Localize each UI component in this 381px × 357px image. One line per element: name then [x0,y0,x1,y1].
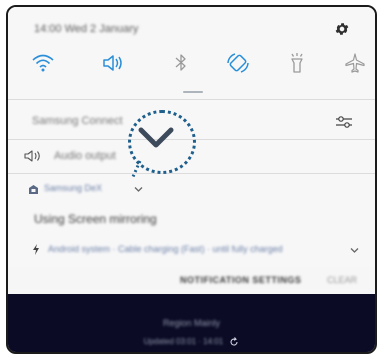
sound-icon[interactable] [100,51,126,75]
bluetooth-icon[interactable] [168,51,194,75]
divider [8,173,375,174]
notification-app-name: Samsung DeX [44,183,103,193]
network-label: Region Mainly [162,318,221,328]
divider [8,99,375,100]
expand-chevron-icon[interactable] [138,125,174,151]
quick-settings-row [20,51,370,77]
settings-gear-icon[interactable] [334,21,350,37]
auto-rotate-icon[interactable] [225,51,251,75]
audio-output-label[interactable]: Audio output [54,150,116,162]
wifi-icon[interactable] [30,51,56,75]
airplane-mode-icon[interactable] [342,51,368,75]
system-notification[interactable]: Android system · Cable charging (Fast) ·… [32,243,372,257]
system-notification-text: Android system · Cable charging (Fast) ·… [48,244,283,254]
update-row: Updated 03:01 · 14:01 [8,337,375,347]
refresh-icon[interactable] [229,337,239,347]
notification-settings-button[interactable]: NOTIFICATION SETTINGS [180,275,301,285]
audio-output-icon[interactable] [24,149,44,163]
clear-button[interactable]: CLEAR [327,275,357,285]
settings-sliders-icon[interactable] [335,115,353,129]
callout-tail [130,160,142,180]
notification-header[interactable]: Samsung DeX [28,183,228,199]
charging-bolt-icon [33,244,39,255]
notification-title[interactable]: Using Screen mirroring [34,212,157,226]
chevron-down-icon[interactable] [350,247,359,254]
chevron-down-icon[interactable] [134,186,143,193]
drag-handle[interactable] [183,91,203,93]
notification-shade-frame: 14:00 Wed 2 January Samsung Connect Audi… [6,5,377,354]
status-row: 14:00 Wed 2 January [34,23,364,41]
updated-label: Updated 03:01 · 14:01 [143,337,224,347]
dex-app-icon [29,185,38,194]
time-date: 14:00 Wed 2 January [34,23,139,35]
samsung-connect-label[interactable]: Samsung Connect [32,115,123,127]
flashlight-icon[interactable] [284,51,310,75]
